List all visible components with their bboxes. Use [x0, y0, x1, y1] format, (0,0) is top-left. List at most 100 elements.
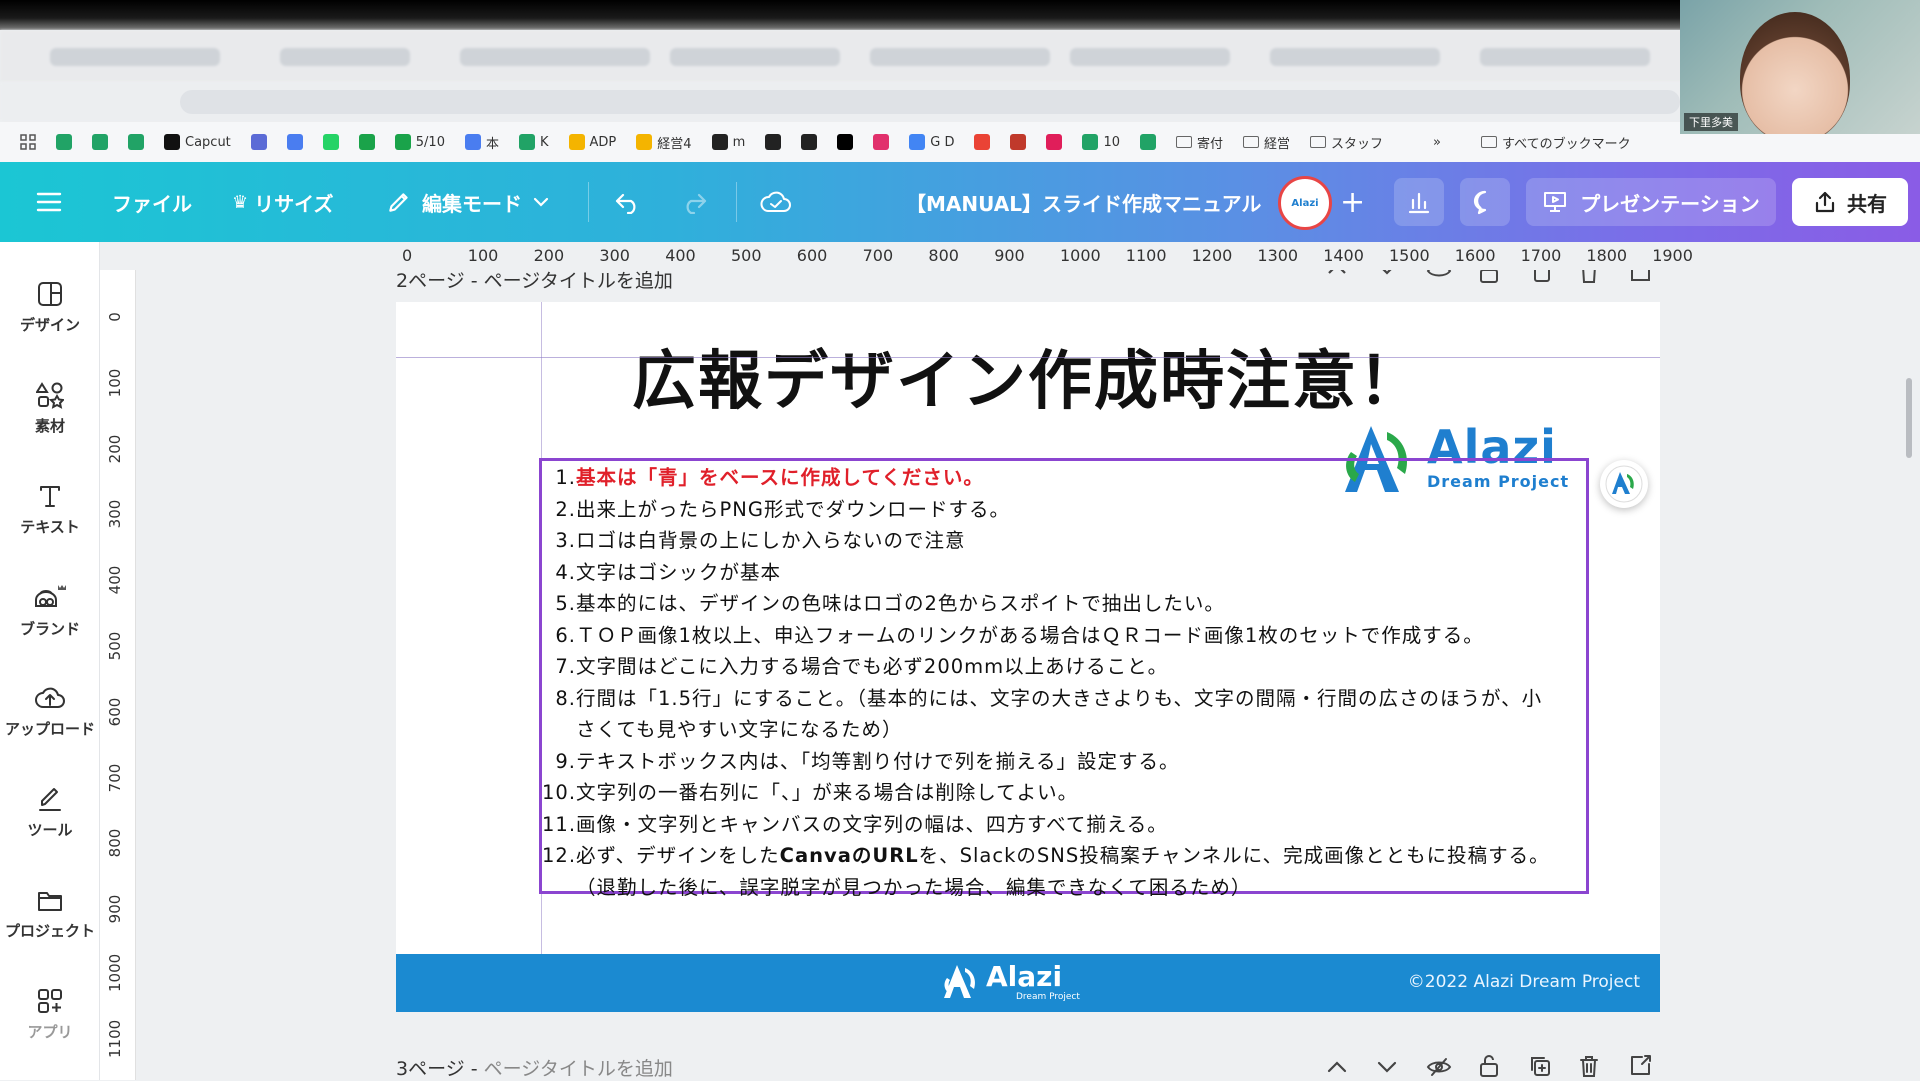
- bookmark-item[interactable]: [286, 134, 303, 150]
- cloud-saved-icon[interactable]: [760, 162, 792, 242]
- sidebar-item-tools[interactable]: ツール: [0, 767, 100, 857]
- bookmark-item[interactable]: [873, 134, 890, 150]
- redo-icon[interactable]: [680, 162, 708, 242]
- browser-tab[interactable]: [670, 48, 840, 66]
- bookmark-item[interactable]: Capcut: [164, 134, 231, 150]
- trash-icon[interactable]: [1578, 270, 1600, 284]
- bookmark-item[interactable]: 経営: [1243, 133, 1290, 152]
- hide-page-icon[interactable]: [1426, 270, 1452, 282]
- vertical-scrollbar[interactable]: [1906, 378, 1912, 458]
- add-collaborator-icon[interactable]: +: [1340, 162, 1365, 242]
- address-bar[interactable]: [180, 90, 1680, 114]
- menu-icon[interactable]: [36, 162, 62, 242]
- bookmark-item[interactable]: [322, 134, 339, 150]
- sidebar-item-text[interactable]: テキスト: [0, 464, 100, 554]
- sidebar-item-elements[interactable]: 素材: [0, 363, 100, 453]
- share-button[interactable]: 共有: [1792, 178, 1908, 226]
- ruler-tick-label: 900: [994, 246, 1025, 265]
- sidebar-item-brand[interactable]: ブランド: [0, 565, 100, 655]
- page-2-controls: [1316, 270, 1666, 288]
- bookmark-item[interactable]: [1140, 134, 1156, 150]
- resize-button[interactable]: ♛ リサイズ: [232, 162, 334, 242]
- page-2-header[interactable]: 2ページ - ページタイトルを追加: [396, 270, 673, 293]
- footer-copyright: ©2022 Alazi Dream Project: [1407, 972, 1640, 992]
- sidebar-item-uploads[interactable]: アップロード: [0, 666, 100, 756]
- bookmark-item[interactable]: スタッフ: [1310, 133, 1383, 152]
- bookmark-favicon-icon: [873, 134, 890, 150]
- browser-tab[interactable]: [1270, 48, 1440, 66]
- bookmark-item[interactable]: [358, 134, 375, 150]
- browser-tab[interactable]: [1480, 48, 1650, 66]
- file-menu[interactable]: ファイル: [112, 162, 192, 242]
- bookmark-item[interactable]: [250, 134, 267, 150]
- bookmark-item[interactable]: [974, 134, 991, 150]
- bookmark-favicon-icon: [711, 134, 728, 150]
- bookmark-item[interactable]: 5/10: [394, 134, 445, 150]
- text-line: 6.ＴＯＰ画像1枚以上、申込フォームのリンクがある場合はＱＲコード画像1枚のセッ…: [542, 619, 1484, 648]
- bookmark-item[interactable]: m: [711, 134, 745, 150]
- bookmark-favicon-icon: [765, 134, 782, 150]
- slide-title[interactable]: 広報デザイン作成時注意！: [396, 330, 1660, 422]
- edit-mode-dropdown[interactable]: 編集モード: [386, 162, 550, 242]
- bookmark-item[interactable]: [1046, 134, 1063, 150]
- hide-page-icon[interactable]: [1426, 1056, 1452, 1078]
- document-title[interactable]: 【MANUAL】スライド作成マニュアル: [906, 162, 1261, 242]
- webcam-overlay: 下里多美: [1680, 0, 1920, 134]
- page-3-header[interactable]: 3ページ - ページタイトルを追加: [396, 1054, 673, 1081]
- duplicate-page-icon[interactable]: [1528, 1054, 1552, 1078]
- collaborator-cursor-avatar[interactable]: [1600, 460, 1648, 508]
- bookmark-item[interactable]: K: [519, 134, 549, 150]
- browser-tab[interactable]: [280, 48, 410, 66]
- slide-page-2[interactable]: 広報デザイン作成時注意！ Alazi Dream Project 1.基本は「青…: [396, 302, 1660, 1012]
- sidebar-item-apps[interactable]: アプリ: [0, 969, 100, 1059]
- bookmark-item[interactable]: [765, 134, 782, 150]
- insights-icon[interactable]: [1394, 178, 1444, 226]
- present-button[interactable]: プレゼンテーション: [1526, 178, 1776, 226]
- selected-text-box[interactable]: 1.基本は「青」をベースに作成してください。 2.出来上がったらPNG形式でダウン…: [539, 458, 1589, 899]
- chevron-up-icon[interactable]: [1326, 270, 1348, 278]
- browser-tab[interactable]: [460, 48, 650, 66]
- sidebar-item-label: アプリ: [27, 1022, 73, 1041]
- add-page-icon[interactable]: [1628, 270, 1652, 284]
- bookmark-item[interactable]: [56, 134, 72, 150]
- bookmark-item[interactable]: [92, 134, 108, 150]
- all-bookmarks-folder[interactable]: すべてのブックマーク: [1481, 133, 1631, 152]
- sidebar-item-label: アップロード: [4, 719, 95, 738]
- bookmark-item[interactable]: 経営4: [636, 133, 692, 152]
- collaborator-avatar[interactable]: Alazi: [1278, 176, 1332, 230]
- apps-icon: [38, 988, 62, 1013]
- bookmark-item[interactable]: ADP: [568, 134, 616, 150]
- sidebar-item-design[interactable]: デザイン: [0, 262, 100, 352]
- bookmark-item[interactable]: [128, 134, 144, 150]
- sidebar-item-label: ツール: [27, 820, 73, 839]
- lock-icon[interactable]: [1478, 1054, 1500, 1078]
- bookmark-item[interactable]: 寄付: [1176, 133, 1223, 152]
- add-page-icon[interactable]: [1628, 1054, 1652, 1078]
- bookmark-item[interactable]: [837, 134, 854, 150]
- apps-grid-icon[interactable]: [20, 134, 36, 150]
- duplicate-page-icon[interactable]: [1528, 270, 1552, 284]
- chevron-down-icon[interactable]: [1376, 270, 1398, 278]
- bookmark-label: 10: [1103, 134, 1120, 150]
- ruler-tick-label: 500: [106, 631, 124, 661]
- lock-icon[interactable]: [1478, 270, 1500, 284]
- bookmark-item[interactable]: [1010, 134, 1027, 150]
- browser-tab[interactable]: [50, 48, 220, 66]
- trash-icon[interactable]: [1578, 1054, 1600, 1078]
- bookmark-item[interactable]: 本: [464, 133, 499, 152]
- ruler-tick-label: 800: [928, 246, 959, 265]
- bookmark-item[interactable]: [801, 134, 818, 150]
- folder-icon: [1176, 136, 1192, 148]
- undo-icon[interactable]: [614, 162, 642, 242]
- browser-tab[interactable]: [870, 48, 1050, 66]
- bookmark-item[interactable]: 10: [1082, 134, 1120, 150]
- text-line: 1.基本は「青」をベースに作成してください。: [542, 461, 984, 490]
- comment-icon[interactable]: [1460, 178, 1510, 226]
- chevron-up-icon[interactable]: [1326, 1058, 1348, 1076]
- chevron-down-icon[interactable]: [1376, 1058, 1398, 1076]
- sidebar-item-projects[interactable]: プロジェクト: [0, 868, 100, 958]
- bookmarks-overflow-icon[interactable]: »: [1433, 135, 1441, 150]
- bookmark-favicon-icon: [1082, 134, 1099, 150]
- browser-tab[interactable]: [1070, 48, 1230, 66]
- bookmark-item[interactable]: G D: [909, 134, 954, 150]
